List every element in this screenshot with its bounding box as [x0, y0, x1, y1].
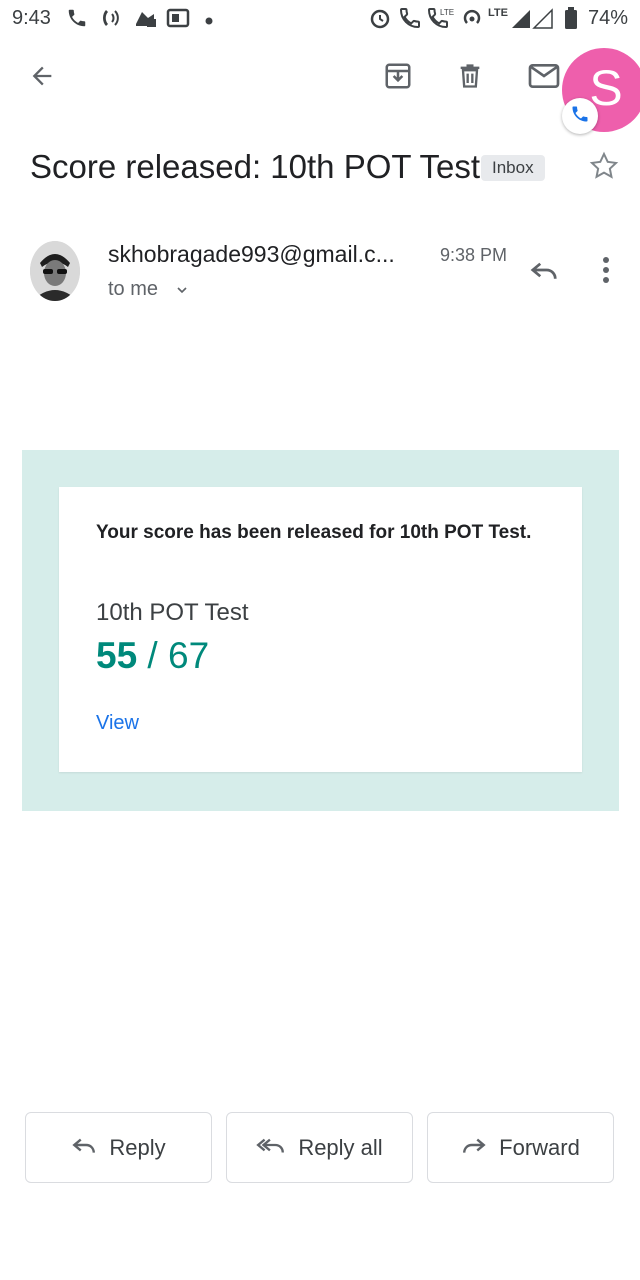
reply-icon: [71, 1134, 97, 1161]
call-bubble[interactable]: [562, 98, 598, 134]
lte-label: LTE: [488, 7, 508, 19]
phone-call-icon: [570, 104, 590, 129]
phone-icon: [66, 6, 88, 35]
reply-all-label: Reply all: [298, 1134, 383, 1160]
signal-icon: [510, 6, 556, 35]
archive-button[interactable]: [378, 58, 418, 98]
score-message: Your score has been released for 10th PO…: [96, 522, 532, 543]
reply-all-icon: [256, 1134, 286, 1161]
mark-unread-button[interactable]: [524, 58, 564, 98]
reply-button[interactable]: Reply: [25, 1112, 212, 1183]
star-button[interactable]: [588, 150, 620, 187]
status-bar: 9:43 LTE LTE 74%: [0, 0, 640, 38]
mail-icon: [528, 62, 560, 95]
send-time: 9:38 PM: [440, 245, 508, 265]
svg-text:LTE: LTE: [440, 8, 454, 17]
reply-icon-button[interactable]: [524, 252, 564, 292]
forward-label: Forward: [499, 1134, 580, 1160]
star-icon: [588, 151, 620, 186]
more-vert-icon: [602, 256, 610, 289]
score-obtained: 55: [96, 635, 138, 676]
email-subject: Score released: 10th POT Test: [30, 148, 481, 185]
wifi-call-icon: [398, 6, 422, 35]
alarm-icon: [368, 6, 392, 35]
delete-button[interactable]: [450, 58, 490, 98]
back-button[interactable]: [22, 58, 62, 98]
reply-label: Reply: [109, 1134, 166, 1160]
dot-icon: [204, 13, 214, 31]
screen-record-icon: [166, 6, 190, 35]
score-separator: /: [137, 635, 168, 676]
battery-percent: 74%: [587, 7, 628, 29]
lte-call-icon: LTE: [426, 6, 454, 35]
arrow-left-icon: [28, 62, 56, 95]
archive-icon: [383, 61, 413, 96]
reply-all-button[interactable]: Reply all: [226, 1112, 413, 1183]
score-total: 67: [168, 635, 210, 676]
wifi-calling-icon: [98, 6, 124, 35]
status-time: 9:43: [12, 7, 51, 29]
inbox-label-chip[interactable]: Inbox: [481, 155, 545, 181]
chevron-down-icon[interactable]: [174, 282, 190, 303]
forward-icon: [461, 1134, 487, 1161]
sender-email[interactable]: skhobragade993@gmail.c...: [108, 241, 395, 268]
forward-button[interactable]: Forward: [427, 1112, 614, 1183]
more-options-button[interactable]: [590, 252, 622, 292]
test-name: 10th POT Test: [96, 599, 249, 626]
view-link[interactable]: View: [96, 712, 139, 735]
trash-icon: [456, 61, 484, 96]
recipient-label[interactable]: to me: [108, 278, 158, 301]
battery-icon: [564, 6, 578, 35]
reply-icon: [529, 257, 559, 288]
hotspot-icon: [460, 6, 484, 35]
sender-avatar[interactable]: [30, 241, 80, 301]
android-icon: [132, 6, 158, 35]
score-value: 55 / 67: [96, 635, 209, 677]
